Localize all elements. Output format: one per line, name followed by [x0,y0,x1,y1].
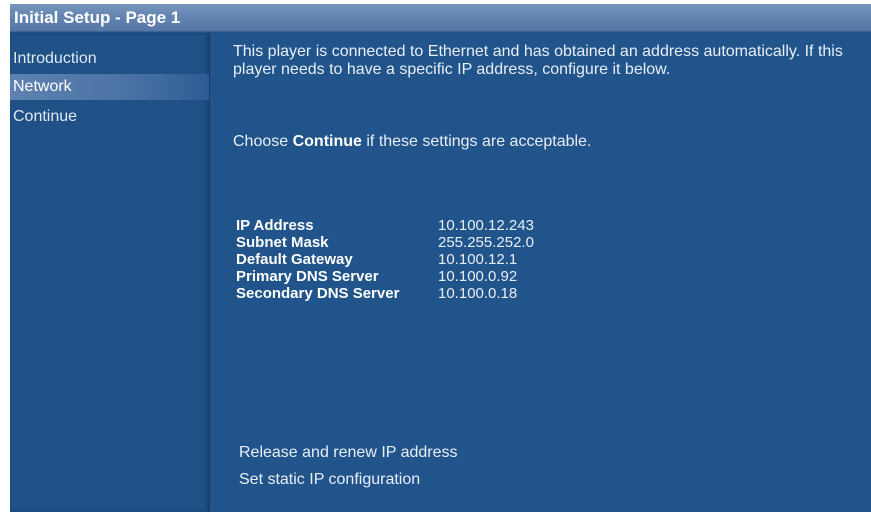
network-label: Subnet Mask [236,234,329,251]
network-row-primary-dns: Primary DNS Server 10.100.0.92 [236,268,736,285]
release-renew-ip-link[interactable]: Release and renew IP address [239,443,639,463]
network-value: 255.255.252.0 [438,234,534,251]
intro-text: This player is connected to Ethernet and… [233,43,843,78]
network-value: 10.100.12.243 [438,217,534,234]
network-row-secondary-dns: Secondary DNS Server 10.100.0.18 [236,285,736,302]
network-label: Primary DNS Server [236,268,379,285]
sidebar: Introduction Network Continue [10,33,209,512]
title-bar: Initial Setup - Page 1 [10,4,871,32]
network-label: Default Gateway [236,251,353,268]
sidebar-item-label: Continue [13,108,78,125]
network-row-ip-address: IP Address 10.100.12.243 [236,217,736,234]
network-row-default-gateway: Default Gateway 10.100.12.1 [236,251,736,268]
network-row-subnet-mask: Subnet Mask 255.255.252.0 [236,234,736,251]
network-label: Secondary DNS Server [236,285,400,302]
choose-suffix: if these settings are acceptable. [361,133,592,150]
sidebar-item-continue[interactable]: Continue [10,104,209,130]
network-label: IP Address [236,217,314,234]
network-value: 10.100.0.92 [438,268,518,285]
choose-continue-emphasis: Continue [292,133,362,150]
network-settings-table: IP Address 10.100.12.243 Subnet Mask 255… [236,217,736,302]
sidebar-item-network[interactable]: Network [10,74,209,100]
choose-continue-text: Choose Continue if these settings are ac… [233,133,843,151]
network-value: 10.100.0.18 [438,285,518,302]
setup-window: Initial Setup - Page 1 Introduction Netw… [10,4,871,512]
main-content: This player is connected to Ethernet and… [212,33,871,512]
choose-prefix: Choose [233,133,293,150]
sidebar-item-introduction[interactable]: Introduction [10,46,209,72]
set-static-ip-link[interactable]: Set static IP configuration [239,470,639,490]
sidebar-item-label: Introduction [13,50,97,67]
sidebar-item-label: Network [13,78,72,95]
network-value: 10.100.12.1 [438,251,518,268]
window-title: Initial Setup - Page 1 [14,8,181,27]
